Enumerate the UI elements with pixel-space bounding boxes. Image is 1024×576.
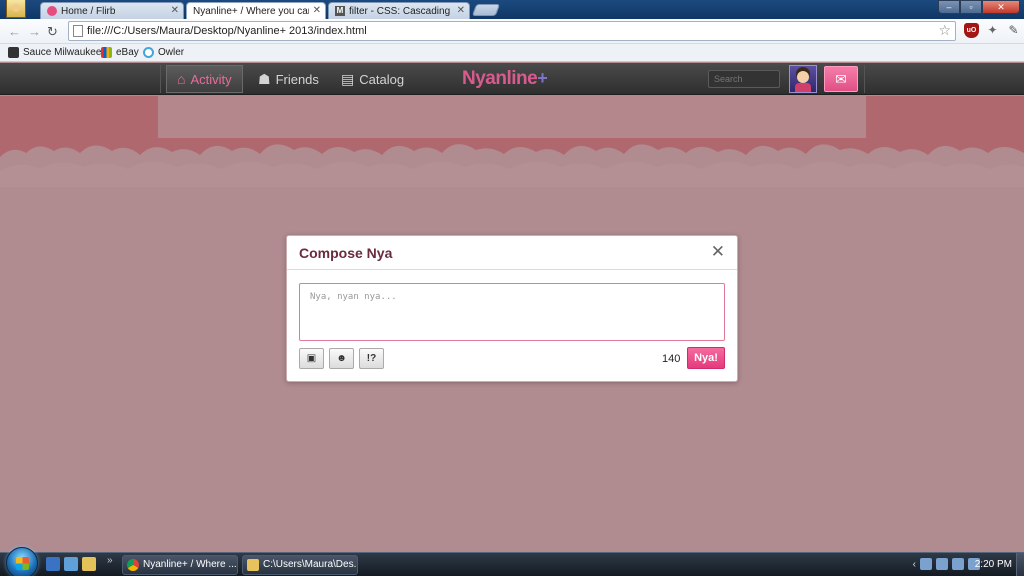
profile-avatar-icon[interactable] — [6, 0, 26, 18]
ebay-icon — [101, 47, 112, 58]
browser-tabstrip: Home / Flirb ✕ Nyanline+ / Where you can… — [0, 0, 1024, 20]
wrench-menu-icon[interactable]: ✎ — [1006, 23, 1021, 38]
chrome-icon — [127, 559, 139, 571]
tab-nyanline[interactable]: Nyanline+ / Where you can post ✕ — [186, 2, 326, 20]
site-navbar: ⌂ Activity ☗ Friends ▤ Catalog Nyanline+… — [0, 63, 1024, 95]
monitor-icon[interactable] — [952, 558, 964, 570]
clouds-decoration — [0, 144, 1024, 187]
book-icon: ▤ — [341, 71, 355, 87]
house-icon: ⌂ — [177, 71, 186, 87]
clock[interactable]: 2:20 PM — [975, 559, 1012, 570]
site-logo[interactable]: Nyanline+ — [462, 68, 548, 90]
back-arrow-icon[interactable]: ← — [8, 24, 21, 39]
nav-catalog[interactable]: ▤ Catalog — [331, 65, 414, 93]
tab-close-icon[interactable]: ✕ — [457, 5, 465, 16]
logo-text: Nyanline — [462, 68, 538, 89]
header-panel — [158, 96, 866, 138]
bookmark-sauce-milwaukee[interactable]: Sauce Milwaukee — [8, 47, 101, 58]
windows-taskbar: » Nyanline+ / Where ... C:\Users\Maura\D… — [0, 547, 1024, 576]
system-tray: ‹ — [913, 558, 980, 570]
task-label: C:\Users\Maura\Des... — [263, 559, 358, 570]
show-desktop-button[interactable] — [1016, 553, 1024, 576]
modal-title: Compose Nya — [299, 245, 393, 261]
folder-icon[interactable] — [82, 557, 96, 571]
tab-title: Home / Flirb — [61, 6, 116, 17]
bookmark-ebay[interactable]: eBay — [101, 47, 139, 58]
new-tab-button[interactable] — [471, 4, 501, 16]
insert-image-button[interactable]: ▣ — [299, 348, 324, 369]
reload-icon[interactable]: ↻ — [47, 24, 58, 40]
tab-title: Nyanline+ / Where you can post — [193, 6, 309, 17]
modal-header: Compose Nya ✕ — [287, 236, 737, 270]
quick-launch — [46, 557, 96, 571]
maximize-button[interactable]: ▫ — [960, 0, 982, 14]
task-label: Nyanline+ / Where ... — [143, 559, 237, 570]
emoticon-icon: ☻ — [336, 353, 347, 364]
minimize-button[interactable]: – — [938, 0, 960, 14]
interrobang-icon: !? — [366, 353, 377, 364]
navbar-divider — [160, 65, 161, 93]
bookmarks-bar: Sauce Milwaukee eBay Owler — [0, 44, 1024, 62]
mdn-icon: M — [335, 6, 345, 16]
page-icon — [73, 25, 83, 37]
extension-puzzle-icon[interactable]: ✦ — [985, 23, 1000, 38]
folder-icon — [247, 559, 259, 571]
close-window-button[interactable]: ✕ — [982, 0, 1020, 14]
tab-flirb[interactable]: Home / Flirb ✕ — [40, 2, 184, 19]
tab-close-icon[interactable]: ✕ — [313, 5, 321, 16]
network-icon[interactable] — [920, 558, 932, 570]
ublock-icon[interactable]: uO — [964, 23, 979, 38]
show-desktop-icon[interactable] — [46, 557, 60, 571]
nav-friends[interactable]: ☗ Friends — [248, 65, 329, 93]
image-icon: ▣ — [306, 353, 317, 364]
messages-button[interactable]: ✉ — [824, 66, 858, 92]
bookmark-owler[interactable]: Owler — [143, 47, 184, 58]
insert-emoticon-button[interactable]: ☻ — [329, 348, 354, 369]
chevron-left-icon[interactable]: ‹ — [913, 559, 916, 570]
taskbar-explorer[interactable]: C:\Users\Maura\Des... — [242, 555, 358, 575]
navbar-divider — [864, 65, 865, 93]
address-bar[interactable]: file:///C:/Users/Maura/Desktop/Nyanline+… — [68, 21, 956, 41]
tab-mdn[interactable]: M filter - CSS: Cascading Style ✕ — [328, 2, 470, 19]
compose-textarea[interactable] — [299, 283, 725, 341]
search-input[interactable] — [708, 70, 780, 88]
sauce-icon — [8, 47, 19, 58]
bookmark-label: eBay — [116, 47, 139, 58]
close-icon[interactable]: ✕ — [711, 242, 725, 262]
forward-arrow-icon[interactable]: → — [28, 24, 41, 39]
flirb-icon — [47, 6, 57, 16]
url-text[interactable]: file:///C:/Users/Maura/Desktop/Nyanline+… — [87, 25, 367, 37]
nav-label: Friends — [275, 71, 319, 87]
character-counter: 140 — [662, 353, 681, 365]
tab-title: filter - CSS: Cascading Style — [349, 6, 453, 17]
bookmark-label: Owler — [158, 47, 185, 58]
bookmark-star-icon[interactable]: ☆ — [938, 22, 951, 39]
page-content: ⌂ Activity ☗ Friends ▤ Catalog Nyanline+… — [0, 63, 1024, 552]
friends-icon: ☗ — [258, 71, 271, 87]
submit-nya-button[interactable]: Nya! — [687, 347, 725, 369]
compose-modal: Compose Nya ✕ ▣ ☻ !? 140 Nya! — [286, 235, 738, 382]
sync-icon[interactable] — [936, 558, 948, 570]
nav-activity[interactable]: ⌂ Activity — [166, 65, 243, 93]
taskbar-chrome[interactable]: Nyanline+ / Where ... — [122, 555, 238, 575]
insert-interrobang-button[interactable]: !? — [359, 348, 384, 369]
browser-toolbar: ← → ↻ file:///C:/Users/Maura/Desktop/Nya… — [0, 19, 1024, 44]
bookmark-label: Sauce Milwaukee — [23, 47, 102, 58]
chevron-right-icon[interactable]: » — [107, 555, 113, 566]
switch-windows-icon[interactable] — [64, 557, 78, 571]
nav-label: Catalog — [359, 71, 405, 87]
tab-close-icon[interactable]: ✕ — [171, 5, 179, 16]
nav-label: Activity — [190, 71, 232, 87]
window-controls: – ▫ ✕ — [938, 0, 1020, 14]
envelope-icon: ✉ — [835, 71, 847, 87]
logo-plus: + — [537, 68, 548, 88]
start-button[interactable] — [6, 547, 38, 576]
user-avatar[interactable] — [789, 65, 817, 93]
owler-icon — [143, 47, 154, 58]
